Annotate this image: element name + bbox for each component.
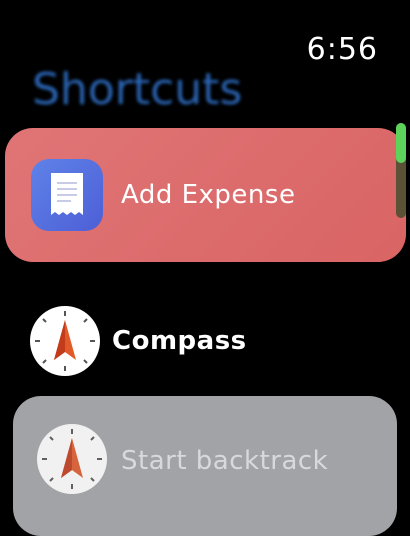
shortcut-add-expense[interactable]: Add Expense xyxy=(5,128,406,262)
status-time: 6:56 xyxy=(306,32,378,67)
shortcut-label: Compass xyxy=(112,326,247,356)
shortcut-compass[interactable]: Compass xyxy=(30,300,390,382)
shortcut-start-backtrack[interactable]: Start backtrack xyxy=(13,396,397,536)
compass-icon xyxy=(37,424,107,494)
compass-icon xyxy=(30,306,100,376)
shortcut-label: Add Expense xyxy=(121,180,296,210)
shortcut-label: Start backtrack xyxy=(121,446,329,476)
page-title: Shortcuts xyxy=(32,64,243,115)
receipt-icon xyxy=(31,159,103,231)
scroll-indicator[interactable] xyxy=(396,123,406,163)
